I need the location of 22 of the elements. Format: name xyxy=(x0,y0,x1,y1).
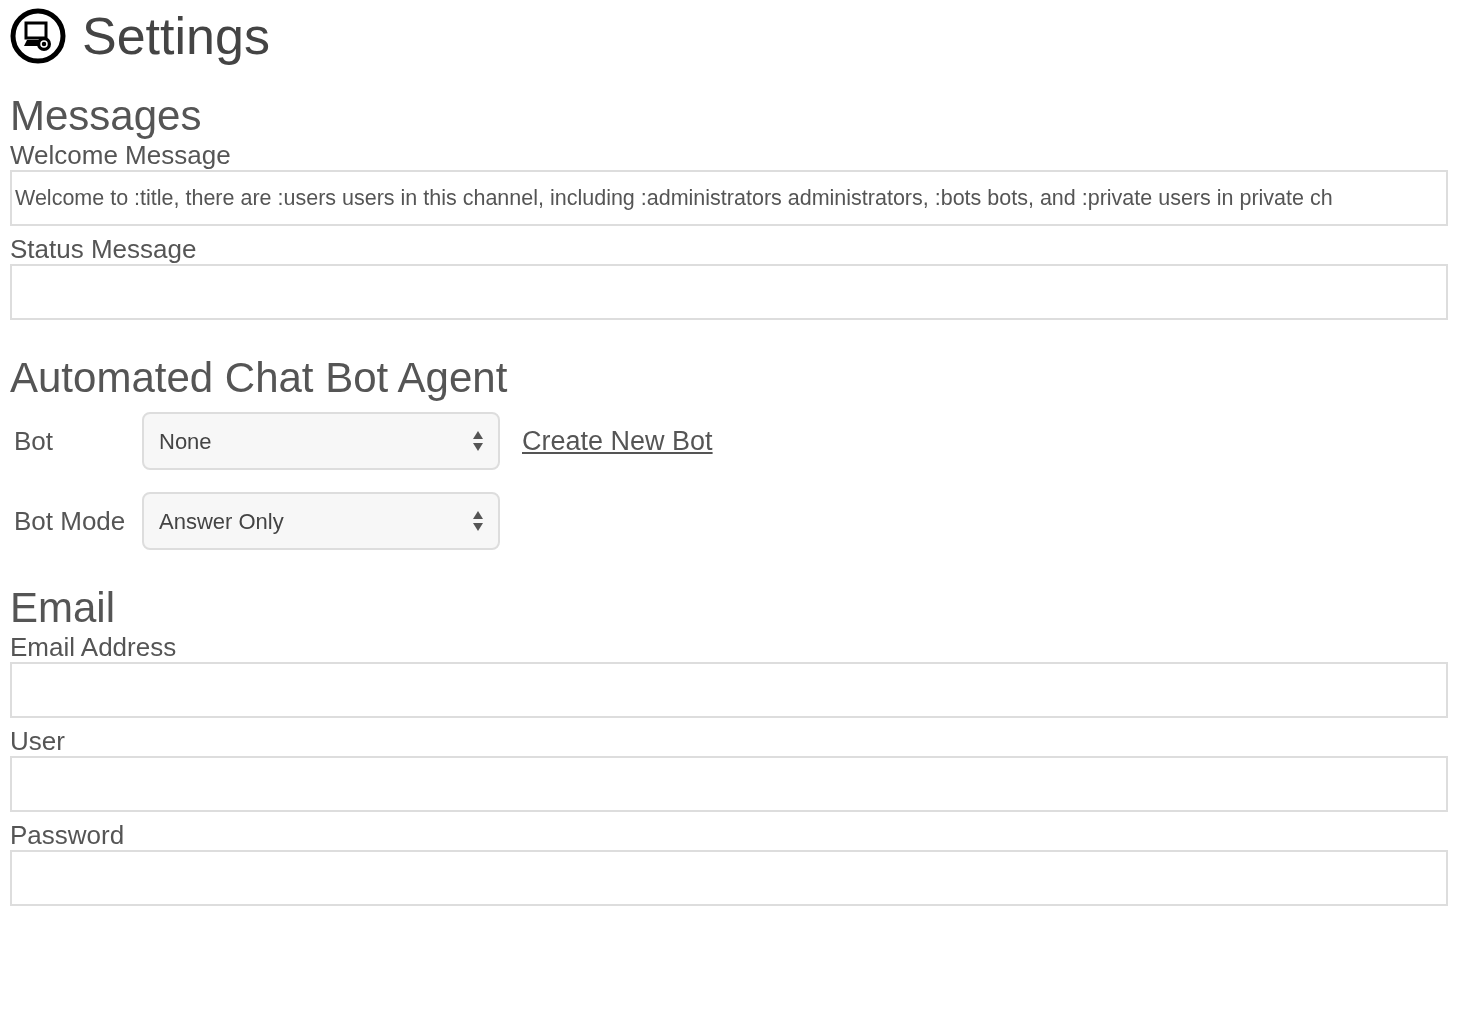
field-label: Bot xyxy=(13,424,55,458)
field-label: User xyxy=(10,726,66,756)
section-heading: Messages xyxy=(10,92,203,140)
computer-gear-icon xyxy=(10,8,66,64)
field-label: Status Message xyxy=(10,234,198,264)
page-title: Settings xyxy=(82,6,270,66)
select-dropdown[interactable]: None xyxy=(142,412,500,470)
field-label: Email Address xyxy=(10,632,178,662)
text-field[interactable] xyxy=(10,662,1448,718)
field-label: Welcome Message xyxy=(10,140,232,170)
up-down-arrows-icon xyxy=(473,430,483,452)
section-heading: Automated Chat Bot Agent xyxy=(10,354,509,402)
text-field[interactable] xyxy=(10,756,1448,812)
section-heading: Email xyxy=(10,584,117,632)
create-bot-link[interactable]: Create New Bot xyxy=(522,420,713,462)
field-label: Bot Mode xyxy=(13,504,127,538)
field-label: Password xyxy=(10,820,126,850)
text-field[interactable] xyxy=(10,264,1448,320)
text-field[interactable] xyxy=(10,850,1448,906)
text-field[interactable]: Welcome to :title, there are :users users in this channel, including :administrators administrators, :bots bots, and :private users in private ch xyxy=(10,170,1448,226)
select-dropdown[interactable]: Answer Only xyxy=(142,492,500,550)
up-down-arrows-icon xyxy=(473,510,483,532)
